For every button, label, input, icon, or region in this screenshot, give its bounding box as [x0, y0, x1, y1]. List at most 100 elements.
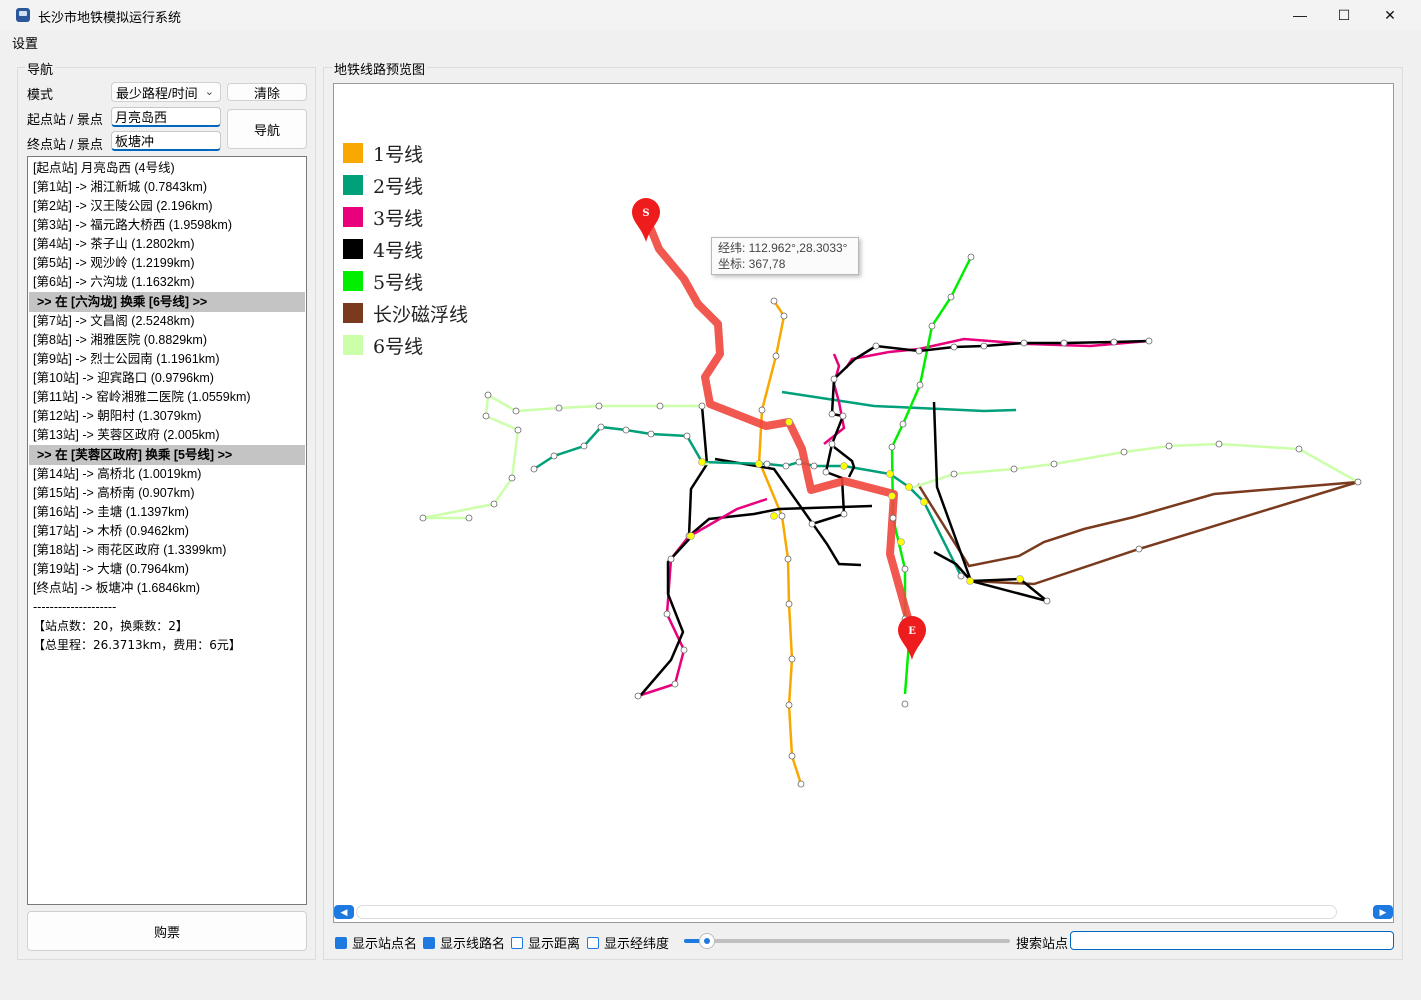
- station-dot[interactable]: [1010, 465, 1018, 473]
- station-dot[interactable]: [785, 701, 793, 709]
- station-dot[interactable]: [810, 462, 818, 470]
- map-horizontal-scrollbar[interactable]: ◀ ▶: [334, 905, 1393, 921]
- station-dot[interactable]: [780, 312, 788, 320]
- station-dot[interactable]: [763, 460, 771, 468]
- station-dot[interactable]: [1295, 445, 1303, 453]
- station-dot[interactable]: [1060, 339, 1068, 347]
- station-dot[interactable]: [656, 402, 664, 410]
- station-dot[interactable]: [901, 700, 909, 708]
- station-dot[interactable]: [872, 342, 880, 350]
- station-dot[interactable]: [828, 410, 836, 418]
- station-dot[interactable]: [828, 440, 836, 448]
- station-dot[interactable]: [888, 443, 896, 451]
- station-dot[interactable]: [808, 520, 816, 528]
- station-dot[interactable]: [595, 402, 603, 410]
- station-dot[interactable]: [957, 572, 965, 580]
- station-dot[interactable]: [901, 565, 909, 573]
- station-dot[interactable]: [947, 293, 955, 301]
- scroll-left-icon[interactable]: ◀: [334, 905, 354, 919]
- station-dot[interactable]: [508, 474, 516, 482]
- station-dot[interactable]: [839, 412, 847, 420]
- route-result-list[interactable]: [起点站] 月亮岛西 (4号线) [第1站] -> 湘江新城 (0.7843km)…: [27, 156, 307, 905]
- transfer-station-dot[interactable]: [897, 538, 905, 546]
- station-dot[interactable]: [465, 514, 473, 522]
- station-dot[interactable]: [980, 342, 988, 350]
- scroll-track[interactable]: [356, 905, 1337, 919]
- transfer-station-dot[interactable]: [886, 470, 894, 478]
- station-dot[interactable]: [698, 402, 706, 410]
- station-dot[interactable]: [830, 375, 838, 383]
- checkbox-box[interactable]: [587, 936, 599, 949]
- transfer-station-dot[interactable]: [755, 460, 763, 468]
- station-dot[interactable]: [950, 343, 958, 351]
- station-dot[interactable]: [419, 514, 427, 522]
- station-dot[interactable]: [916, 381, 924, 389]
- show-distance-checkbox[interactable]: 显示距离: [511, 933, 580, 952]
- station-dot[interactable]: [1120, 448, 1128, 456]
- station-dot[interactable]: [580, 442, 588, 450]
- zoom-slider[interactable]: [684, 933, 1010, 949]
- scroll-right-icon[interactable]: ▶: [1373, 905, 1393, 919]
- transfer-station-dot[interactable]: [698, 458, 706, 466]
- metro-map-canvas[interactable]: SE 1号线 2号线 3号线 4号线 5号线 长沙磁浮线 6号线: [333, 83, 1394, 923]
- station-dot[interactable]: [785, 600, 793, 608]
- station-dot[interactable]: [1050, 460, 1058, 468]
- station-dot[interactable]: [671, 680, 679, 688]
- station-dot[interactable]: [967, 253, 975, 261]
- station-dot[interactable]: [490, 500, 498, 508]
- search-station-input[interactable]: [1070, 931, 1394, 950]
- station-dot[interactable]: [950, 470, 958, 478]
- station-dot[interactable]: [514, 426, 522, 434]
- maximize-button[interactable]: ☐: [1321, 0, 1367, 30]
- station-dot[interactable]: [797, 780, 805, 788]
- transfer-station-dot[interactable]: [888, 492, 896, 500]
- station-dot[interactable]: [1020, 339, 1028, 347]
- station-dot[interactable]: [795, 458, 803, 466]
- transfer-station-dot[interactable]: [840, 462, 848, 470]
- transfer-station-dot[interactable]: [785, 418, 793, 426]
- station-dot[interactable]: [597, 423, 605, 431]
- station-dot[interactable]: [622, 426, 630, 434]
- transfer-station-dot[interactable]: [920, 498, 928, 506]
- close-button[interactable]: ✕: [1367, 0, 1413, 30]
- minimize-button[interactable]: —: [1277, 0, 1323, 30]
- station-dot[interactable]: [899, 420, 907, 428]
- station-dot[interactable]: [1110, 338, 1118, 346]
- station-dot[interactable]: [778, 512, 786, 520]
- transfer-station-dot[interactable]: [1016, 575, 1024, 583]
- station-dot[interactable]: [512, 407, 520, 415]
- station-dot[interactable]: [1215, 440, 1223, 448]
- station-dot[interactable]: [928, 322, 936, 330]
- transfer-station-dot[interactable]: [687, 532, 695, 540]
- station-dot[interactable]: [1043, 597, 1051, 605]
- show-line-names-checkbox[interactable]: 显示线路名: [423, 933, 505, 952]
- end-station-input[interactable]: 板塘冲: [111, 131, 221, 151]
- station-dot[interactable]: [680, 646, 688, 654]
- station-dot[interactable]: [484, 391, 492, 399]
- station-dot[interactable]: [788, 655, 796, 663]
- station-dot[interactable]: [1354, 478, 1362, 486]
- clear-button[interactable]: 清除: [227, 83, 307, 101]
- station-dot[interactable]: [772, 352, 780, 360]
- show-station-names-checkbox[interactable]: 显示站点名: [335, 933, 417, 952]
- station-dot[interactable]: [647, 430, 655, 438]
- station-dot[interactable]: [822, 468, 830, 476]
- station-dot[interactable]: [555, 404, 563, 412]
- show-latlng-checkbox[interactable]: 显示经纬度: [587, 933, 669, 952]
- transfer-station-dot[interactable]: [966, 577, 974, 585]
- station-dot[interactable]: [1145, 337, 1153, 345]
- transfer-station-dot[interactable]: [770, 512, 778, 520]
- mode-select[interactable]: 最少路程/时间 ⌄: [111, 82, 221, 102]
- start-station-input[interactable]: 月亮岛西: [111, 107, 221, 127]
- checkbox-box[interactable]: [511, 936, 523, 949]
- station-dot[interactable]: [1135, 545, 1143, 553]
- station-dot[interactable]: [915, 347, 923, 355]
- station-dot[interactable]: [667, 555, 675, 563]
- station-dot[interactable]: [634, 692, 642, 700]
- buy-ticket-button[interactable]: 购票: [27, 911, 307, 951]
- checkbox-box[interactable]: [335, 936, 347, 949]
- checkbox-box[interactable]: [423, 936, 435, 949]
- station-dot[interactable]: [758, 406, 766, 414]
- station-dot[interactable]: [530, 465, 538, 473]
- navigate-button[interactable]: 导航: [227, 109, 307, 149]
